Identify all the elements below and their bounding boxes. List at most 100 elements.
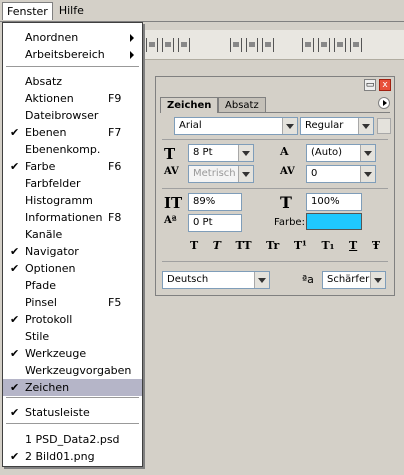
- align-middle-icon[interactable]: [162, 38, 174, 52]
- small-caps-button[interactable]: Tr: [266, 239, 279, 252]
- distribute-center-icon[interactable]: [318, 38, 330, 52]
- menu-item-pfade[interactable]: Pfade: [3, 277, 142, 294]
- leading-field[interactable]: (Auto): [306, 144, 376, 162]
- menu-item-werkzeuge[interactable]: ✔ Werkzeuge: [3, 345, 142, 362]
- menu-item-label: Zeichen: [25, 381, 70, 394]
- menu-item-label: Werkzeugvorgaben: [25, 364, 132, 377]
- chevron-down-icon[interactable]: [370, 272, 385, 288]
- menu-item-informationen[interactable]: Informationen F8: [3, 209, 142, 226]
- chevron-down-icon[interactable]: [358, 118, 373, 134]
- divider: [162, 188, 388, 189]
- language-select[interactable]: Deutsch: [162, 271, 270, 289]
- menu-item-werkzeugvorgaben[interactable]: Werkzeugvorgaben: [3, 362, 142, 379]
- font-style-select[interactable]: Regular: [300, 117, 374, 135]
- menu-item-label: Kanäle: [25, 228, 63, 241]
- color-swatch[interactable]: [306, 213, 362, 230]
- font-size-field[interactable]: 8 Pt: [188, 144, 254, 162]
- kerning-field[interactable]: Metrisch: [188, 165, 254, 183]
- baseline-shift-field[interactable]: 0 Pt: [188, 214, 242, 232]
- menu-item-absatz[interactable]: Absatz: [3, 73, 142, 90]
- strikethrough-button[interactable]: Ŧ: [372, 239, 380, 252]
- align-top-icon[interactable]: [146, 38, 158, 52]
- menu-item-protokoll[interactable]: ✔ Protokoll: [3, 311, 142, 328]
- tracking-field[interactable]: 0: [306, 165, 376, 183]
- menu-item-dateibrowser[interactable]: Dateibrowser: [3, 107, 142, 124]
- menu-item-label: Anordnen: [25, 31, 79, 44]
- chevron-down-icon[interactable]: [282, 118, 297, 134]
- superscript-button[interactable]: T¹: [294, 239, 307, 252]
- divider: [162, 261, 388, 262]
- font-family-value: Arial: [179, 120, 202, 131]
- leading-value: (Auto): [311, 147, 343, 158]
- menu-separator: [6, 397, 139, 398]
- menu-item-shortcut: F6: [108, 160, 122, 173]
- kerning-value: Metrisch: [193, 168, 236, 179]
- menu-item-label: Stile: [25, 330, 50, 343]
- menu-item-arbeitsbereich[interactable]: Arbeitsbereich: [3, 46, 142, 63]
- panel-body: Arial Regular T 8 Pt A (Auto) AV Metrisc…: [160, 112, 391, 292]
- faux-bold-button[interactable]: T: [190, 239, 198, 252]
- chevron-down-icon[interactable]: [238, 145, 253, 161]
- minimize-icon[interactable]: ▭: [364, 79, 376, 91]
- distribute-bottom-icon[interactable]: [262, 38, 274, 52]
- vertical-scale-field[interactable]: 89%: [188, 193, 242, 211]
- menu-fenster[interactable]: Fenster: [2, 1, 53, 20]
- antialias-value: Schärfer: [327, 274, 370, 285]
- leading-icon: A: [280, 145, 289, 158]
- menu-hilfe[interactable]: Hilfe: [55, 2, 88, 19]
- chevron-down-icon[interactable]: [360, 145, 375, 161]
- menu-item-ebenen[interactable]: ✔ Ebenen F7: [3, 124, 142, 141]
- distribute-left-icon[interactable]: [302, 38, 314, 52]
- menu-item-kanäle[interactable]: Kanäle: [3, 226, 142, 243]
- menu-item-farbe[interactable]: ✔ Farbe F6: [3, 158, 142, 175]
- menu-item-optionen[interactable]: ✔ Optionen: [3, 260, 142, 277]
- tab-absatz[interactable]: Absatz: [218, 97, 266, 113]
- close-icon[interactable]: x: [379, 79, 391, 91]
- menu-item-shortcut: F9: [108, 92, 122, 105]
- align-bottom-icon[interactable]: [178, 38, 190, 52]
- menu-item-zeichen[interactable]: ✔ Zeichen: [3, 379, 142, 396]
- menu-item-stile[interactable]: Stile: [3, 328, 142, 345]
- checkmark-icon: ✔: [10, 381, 20, 394]
- font-family-select[interactable]: Arial: [174, 117, 298, 135]
- menu-item-label: Optionen: [25, 262, 76, 275]
- horizontal-scale-field[interactable]: 100%: [306, 193, 362, 211]
- antialias-select[interactable]: Schärfer: [322, 271, 386, 289]
- menu-item-2-bild01-png[interactable]: ✔ 2 Bild01.png: [3, 448, 142, 465]
- distribute-width-icon[interactable]: [350, 38, 362, 52]
- menu-item-pinsel[interactable]: Pinsel F5: [3, 294, 142, 311]
- menu-item-label: Absatz: [25, 75, 63, 88]
- menu-item-navigator[interactable]: ✔ Navigator: [3, 243, 142, 260]
- distribute-middle-icon[interactable]: [246, 38, 258, 52]
- distribute-top-icon[interactable]: [230, 38, 242, 52]
- menu-item-ebenenkomp-[interactable]: Ebenenkomp.: [3, 141, 142, 158]
- menu-item-farbfelder[interactable]: Farbfelder: [3, 175, 142, 192]
- distribute-right-icon[interactable]: [334, 38, 346, 52]
- menu-item-aktionen[interactable]: Aktionen F9: [3, 90, 142, 107]
- antialias-icon: ªa: [302, 273, 314, 286]
- chevron-down-icon[interactable]: [360, 166, 375, 182]
- character-panel: ▭ x Zeichen Absatz Arial Regular T 8 Pt …: [155, 76, 395, 296]
- menu-item-histogramm[interactable]: Histogramm: [3, 192, 142, 209]
- panel-menu-icon[interactable]: [378, 97, 390, 109]
- font-dropdown-arrow[interactable]: [377, 118, 391, 134]
- style-buttons: T T TT Tr T¹ T₁ T Ŧ: [190, 239, 380, 252]
- faux-italic-button[interactable]: T: [213, 239, 221, 252]
- menu-item-label: Informationen: [25, 211, 103, 224]
- checkmark-icon: ✔: [10, 450, 20, 463]
- align-group-3: [302, 38, 362, 52]
- chevron-down-icon[interactable]: [254, 272, 269, 288]
- menu-separator: [6, 66, 139, 67]
- menu-item-statusleiste[interactable]: ✔ Statusleiste: [3, 404, 142, 421]
- chevron-down-icon[interactable]: [238, 166, 253, 182]
- subscript-button[interactable]: T₁: [321, 239, 334, 252]
- align-group-1: [146, 38, 190, 52]
- menu-item-label: Werkzeuge: [25, 347, 87, 360]
- all-caps-button[interactable]: TT: [236, 239, 252, 252]
- vertical-scale-icon: IT: [164, 194, 183, 212]
- menu-item-anordnen[interactable]: Anordnen: [3, 29, 142, 46]
- checkmark-icon: ✔: [10, 406, 20, 419]
- underline-button[interactable]: T: [349, 239, 357, 252]
- tab-zeichen[interactable]: Zeichen: [160, 97, 219, 113]
- menu-item-1-psd-data2-psd[interactable]: 1 PSD_Data2.psd: [3, 431, 142, 448]
